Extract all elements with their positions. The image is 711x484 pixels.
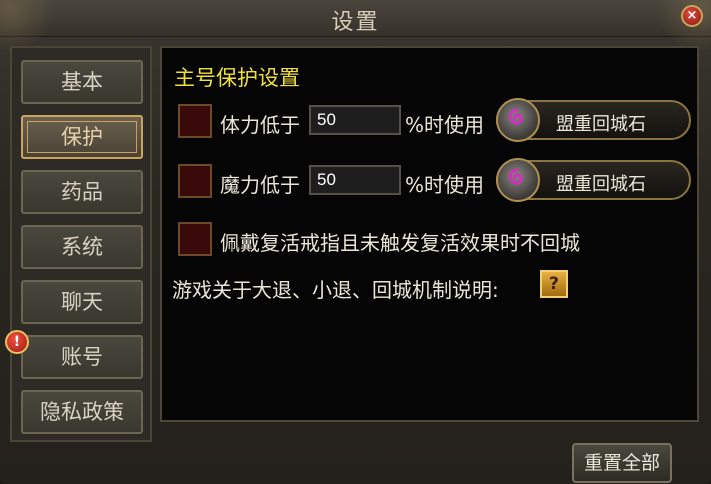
hp-protect-checkbox[interactable] [178,104,212,138]
tab-basic[interactable]: 基本 [21,60,143,104]
hp-threshold-label: 体力低于 [220,113,300,137]
tab-privacy-policy[interactable]: 隐私政策 [21,390,143,434]
hp-item-selector[interactable]: 盟重回城石 [496,98,691,142]
tab-potions[interactable]: 药品 [21,170,143,214]
settings-window: 设置 × 基本 保护 药品 系统 聊天 账号 隐私政策 ! 主号保护设置 体力低… [0,0,711,484]
protection-panel: 主号保护设置 体力低于 50 %时使用 盟重回城石 魔力低于 50 %时使用 盟… [160,46,699,422]
mp-threshold-label: 魔力低于 [220,173,300,197]
mp-suffix-label: %时使用 [405,173,485,197]
hp-item-name: 盟重回城石 [556,114,646,135]
section-title: 主号保护设置 [174,66,300,90]
mp-protect-checkbox[interactable] [178,164,212,198]
revive-ring-label: 佩戴复活戒指且未触发复活效果时不回城 [220,231,580,255]
reset-all-button[interactable]: 重置全部 [572,443,672,483]
help-button[interactable]: ? [540,270,568,298]
tab-account[interactable]: 账号 [21,335,143,379]
tab-protection[interactable]: 保护 [21,115,143,159]
settings-sidebar: 基本 保护 药品 系统 聊天 账号 隐私政策 [10,46,152,442]
hp-threshold-input[interactable]: 50 [309,105,401,135]
return-stone-icon [496,158,540,202]
account-alert-icon: ! [5,330,29,354]
mp-item-selector[interactable]: 盟重回城石 [496,158,691,202]
mp-threshold-input[interactable]: 50 [309,165,401,195]
hp-suffix-label: %时使用 [405,113,485,137]
window-title: 设置 [331,10,380,35]
return-stone-icon [496,98,540,142]
mechanism-help-label: 游戏关于大退、小退、回城机制说明: [172,278,499,302]
tab-chat[interactable]: 聊天 [21,280,143,324]
close-button[interactable]: × [681,5,703,27]
revive-ring-checkbox[interactable] [178,222,212,256]
title-bar: 设置 × [0,0,711,50]
mp-item-name: 盟重回城石 [556,174,646,195]
tab-system[interactable]: 系统 [21,225,143,269]
tab-active-frame [27,121,137,153]
